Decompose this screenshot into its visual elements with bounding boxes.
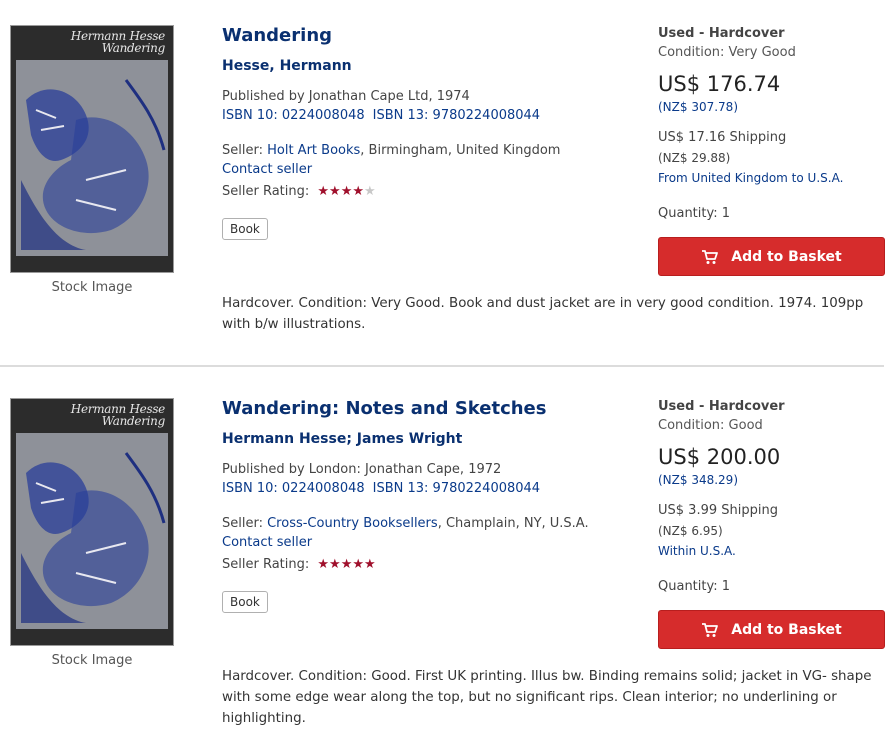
binding-label: Used - Hardcover bbox=[658, 26, 785, 41]
price: US$ 200.00 bbox=[658, 445, 781, 469]
book-title-link[interactable]: Wandering bbox=[222, 25, 332, 46]
listing-item: Hermann Hesse Wandering Stock Image Wand… bbox=[0, 0, 895, 367]
isbn13-link[interactable]: ISBN 13: 9780224008044 bbox=[373, 481, 540, 496]
cover-illustration bbox=[21, 452, 166, 623]
isbn10-link[interactable]: ISBN 10: 0224008048 bbox=[222, 108, 365, 123]
seller-prefix: Seller: bbox=[222, 516, 268, 531]
price: US$ 176.74 bbox=[658, 72, 781, 96]
stock-image-label: Stock Image bbox=[51, 280, 133, 295]
seller-info: Seller: Cross-Country Booksellers, Champ… bbox=[222, 516, 589, 531]
cover-title: Hermann Hesse Wandering bbox=[70, 402, 166, 428]
shipping-route-link[interactable]: From United Kingdom to U.S.A. bbox=[658, 171, 843, 185]
cover-title: Hermann Hesse Wandering bbox=[70, 29, 166, 55]
binding-label: Used - Hardcover bbox=[658, 399, 785, 414]
add-to-basket-button[interactable]: Add to Basket bbox=[658, 237, 885, 276]
seller-location: , Champlain, NY, U.S.A. bbox=[437, 516, 589, 531]
seller-name-link[interactable]: Holt Art Books bbox=[267, 143, 360, 158]
shipping-cost: US$ 17.16 Shipping bbox=[658, 130, 787, 145]
format-badge: Book bbox=[222, 591, 268, 613]
book-cover-image[interactable]: Hermann Hesse Wandering bbox=[10, 398, 174, 646]
listing-item: Hermann Hesse Wandering Stock Image Wand… bbox=[0, 373, 895, 735]
quantity-label: Quantity: 1 bbox=[658, 579, 731, 594]
star-icon: ★★★★★ bbox=[317, 557, 376, 572]
stock-image-label: Stock Image bbox=[51, 653, 133, 668]
publisher-info: Published by London: Jonathan Cape, 1972 bbox=[222, 462, 502, 477]
seller-name-link[interactable]: Cross-Country Booksellers bbox=[267, 516, 438, 531]
listing-divider bbox=[0, 365, 884, 367]
cart-icon bbox=[702, 622, 719, 637]
converted-price: (NZ$ 307.78) bbox=[658, 100, 738, 114]
isbn-info: ISBN 10: 0224008048 ISBN 13: 978022400804… bbox=[222, 481, 548, 496]
seller-info: Seller: Holt Art Books, Birmingham, Unit… bbox=[222, 143, 560, 158]
add-to-basket-label: Add to Basket bbox=[731, 621, 842, 638]
contact-seller-link[interactable]: Contact seller bbox=[222, 535, 312, 550]
listing-description: Hardcover. Condition: Good. First UK pri… bbox=[222, 669, 872, 726]
converted-shipping: (NZ$ 6.95) bbox=[658, 524, 723, 538]
add-to-basket-button[interactable]: Add to Basket bbox=[658, 610, 885, 649]
shipping-cost: US$ 3.99 Shipping bbox=[658, 503, 778, 518]
converted-shipping: (NZ$ 29.88) bbox=[658, 151, 731, 165]
cover-illustration bbox=[21, 79, 166, 250]
listing-description: Hardcover. Condition: Very Good. Book an… bbox=[222, 296, 864, 332]
condition-label: Condition: Good bbox=[658, 418, 763, 433]
add-to-basket-label: Add to Basket bbox=[731, 248, 842, 265]
star-icon: ★★★★★ bbox=[317, 184, 376, 199]
format-badge: Book bbox=[222, 218, 268, 240]
isbn10-link[interactable]: ISBN 10: 0224008048 bbox=[222, 481, 365, 496]
cart-icon bbox=[702, 249, 719, 264]
shipping-route-link[interactable]: Within U.S.A. bbox=[658, 544, 736, 558]
seller-location: , Birmingham, United Kingdom bbox=[360, 143, 561, 158]
book-title-link[interactable]: Wandering: Notes and Sketches bbox=[222, 398, 546, 419]
seller-rating-label: Seller Rating: bbox=[222, 184, 310, 199]
seller-rating-label: Seller Rating: bbox=[222, 557, 310, 572]
isbn13-link[interactable]: ISBN 13: 9780224008044 bbox=[373, 108, 540, 123]
contact-seller-link[interactable]: Contact seller bbox=[222, 162, 312, 177]
converted-price: (NZ$ 348.29) bbox=[658, 473, 738, 487]
author-link[interactable]: Hesse, Hermann bbox=[222, 58, 352, 74]
seller-rating: Seller Rating: ★★★★★ bbox=[222, 557, 376, 572]
author-link[interactable]: Hermann Hesse; James Wright bbox=[222, 431, 462, 447]
seller-rating: Seller Rating: ★★★★★ bbox=[222, 184, 376, 199]
quantity-label: Quantity: 1 bbox=[658, 206, 731, 221]
publisher-info: Published by Jonathan Cape Ltd, 1974 bbox=[222, 89, 470, 104]
book-cover-image[interactable]: Hermann Hesse Wandering bbox=[10, 25, 174, 273]
condition-label: Condition: Very Good bbox=[658, 45, 796, 60]
seller-prefix: Seller: bbox=[222, 143, 268, 158]
isbn-info: ISBN 10: 0224008048 ISBN 13: 978022400804… bbox=[222, 108, 548, 123]
